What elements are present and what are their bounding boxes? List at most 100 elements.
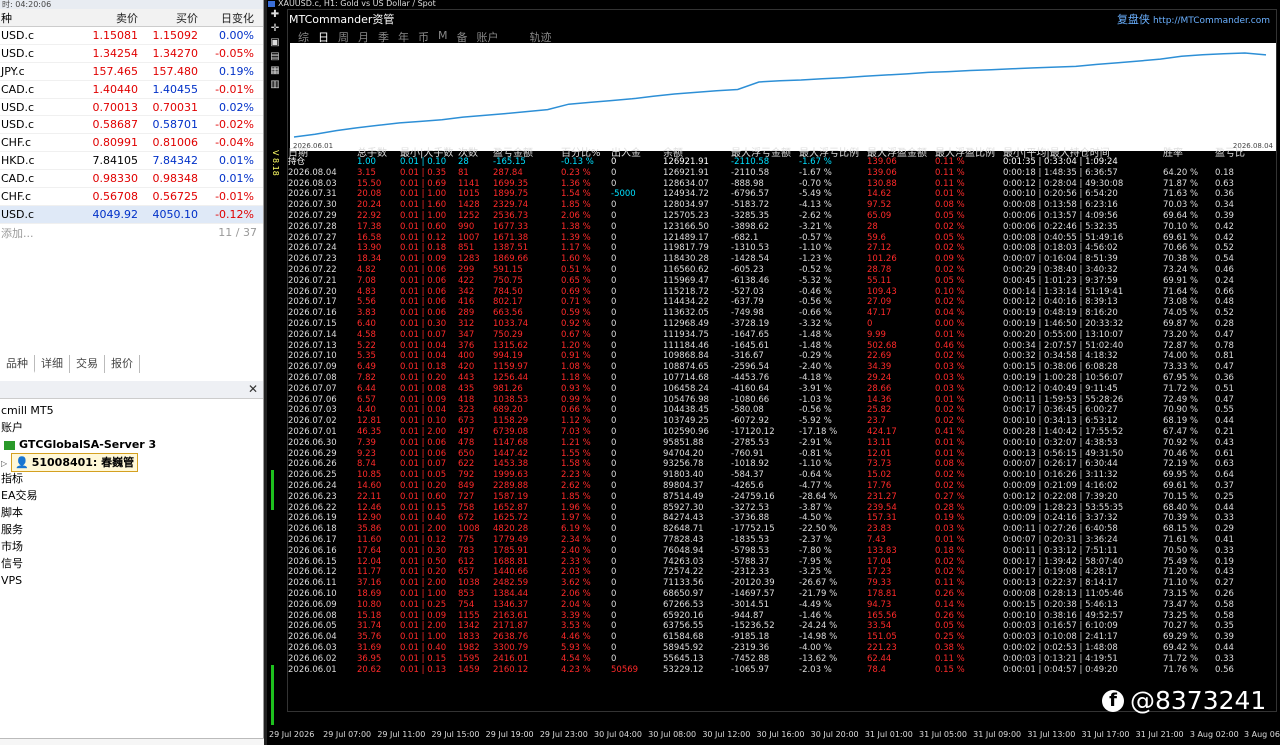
table-cell: 53229.12 bbox=[663, 664, 704, 675]
tab-symbols[interactable]: 品种 bbox=[0, 355, 35, 373]
symbol-row[interactable]: USD.c 4049.92 4050.10 -0.12% bbox=[0, 205, 263, 224]
table-cell: -0.70 % bbox=[799, 178, 832, 189]
nav-indicators[interactable]: 指标 bbox=[0, 470, 263, 487]
symbol-change: 0.01% bbox=[219, 172, 254, 186]
table-cell: 0.63 bbox=[1215, 178, 1234, 189]
table-cell: 123166.50 bbox=[663, 221, 709, 232]
table-cell: 0:00:03 | 0:16:57 | 6:10:09 bbox=[1003, 621, 1118, 632]
time-axis-label: 29 Jul 2026 bbox=[269, 730, 315, 739]
table-cell: 0 bbox=[611, 308, 617, 319]
table-cell: 0 bbox=[611, 427, 617, 437]
table-cell: 68.19 % bbox=[1163, 416, 1199, 427]
table-cell: 1625.72 bbox=[493, 513, 529, 524]
table-cell: 0 bbox=[611, 643, 617, 653]
table-cell: 13.11 bbox=[867, 437, 892, 448]
symbol-row[interactable]: CAD.c 1.40440 1.40455 -0.01% bbox=[0, 81, 263, 99]
nav-market[interactable]: 市场 bbox=[0, 538, 263, 555]
table-cell: 1387.51 bbox=[493, 243, 529, 254]
nav-vps[interactable]: VPS bbox=[0, 572, 263, 589]
table-cell: 3.39 % bbox=[561, 610, 591, 621]
symbol-row[interactable]: HKD.c 7.84105 7.84342 0.01% bbox=[0, 152, 263, 171]
symbol-row[interactable]: CHF.c 0.56708 0.56725 -0.01% bbox=[0, 188, 263, 206]
table-cell: -888.98 bbox=[731, 178, 764, 189]
table-cell: 8.74 bbox=[357, 459, 376, 470]
table-cell: 6.57 bbox=[357, 394, 376, 405]
table-cell: 1283 bbox=[458, 254, 480, 265]
close-icon[interactable]: ✕ bbox=[248, 382, 258, 396]
tab-trading[interactable]: 交易 bbox=[70, 355, 105, 373]
table-cell: 69.87 % bbox=[1163, 319, 1199, 329]
nav-experts[interactable]: EA交易 bbox=[0, 487, 263, 504]
table-cell: 0 bbox=[611, 178, 617, 189]
col-bid[interactable]: 卖价 bbox=[78, 10, 138, 26]
symbol-row[interactable]: USD.c 1.15081 1.15092 0.00% bbox=[0, 27, 263, 45]
facebook-icon: f bbox=[1102, 689, 1124, 712]
table-cell: 0:00:09 | 1:28:23 | 53:55:35 bbox=[1003, 502, 1124, 513]
table-cell: 0.46 bbox=[1215, 265, 1234, 275]
table-cell: 73.24 % bbox=[1163, 265, 1199, 275]
equity-curve-svg: 2026.06.01 2026.08.04 bbox=[293, 52, 1274, 150]
nav-services[interactable]: 服务 bbox=[0, 521, 263, 538]
symbol-row[interactable]: USD.c 0.70013 0.70031 0.02% bbox=[0, 99, 263, 117]
plus-icon[interactable]: ✚ bbox=[269, 9, 281, 21]
table-cell: -5000 bbox=[611, 189, 636, 200]
col-ask[interactable]: 买价 bbox=[138, 10, 198, 26]
nav-broker[interactable]: cmill MT5 bbox=[0, 402, 263, 419]
table-cell: 18.69 bbox=[357, 589, 382, 599]
col-symbol[interactable]: 种 bbox=[0, 10, 78, 26]
symbol-change: 0.19% bbox=[219, 64, 254, 78]
table-cell: 71.10 % bbox=[1163, 578, 1199, 589]
doc-icon-2[interactable]: ▤ bbox=[269, 51, 281, 63]
table-cell: 2329.74 bbox=[493, 200, 529, 211]
add-symbol-link[interactable]: 添加... bbox=[1, 225, 34, 241]
doc-icon[interactable]: ▣ bbox=[269, 37, 281, 49]
table-cell: 4.40 bbox=[357, 405, 376, 416]
list-icon[interactable]: ▥ bbox=[269, 79, 281, 91]
table-cell: 0.01 | 1.00 bbox=[400, 589, 447, 599]
table-cell: 111184.46 bbox=[663, 340, 709, 351]
table-cell: 20.08 bbox=[357, 189, 382, 200]
table-cell: -2110.58 bbox=[731, 167, 770, 178]
table-cell: 0.33 bbox=[1215, 653, 1234, 664]
col-change[interactable]: 日变化 bbox=[198, 10, 260, 26]
table-cell: 0 bbox=[611, 405, 617, 416]
nav-signals[interactable]: 信号 bbox=[0, 555, 263, 572]
symbol-row[interactable]: JPY.c 157.465 157.480 0.19% bbox=[0, 63, 263, 81]
tab-details[interactable]: 详细 bbox=[35, 355, 70, 373]
table-cell: 0.01 | 0.05 bbox=[400, 470, 447, 481]
nav-scripts[interactable]: 脚本 bbox=[0, 504, 263, 521]
table-cell: 62.44 bbox=[867, 653, 892, 664]
crosshair-icon[interactable]: ✛ bbox=[269, 23, 281, 35]
nav-account[interactable]: ▷ 👤 51008401: 春巍管 bbox=[0, 453, 263, 472]
table-cell: 990 bbox=[458, 221, 475, 232]
table-cell: 0:00:11 | 0:33:12 | 7:51:11 bbox=[1003, 545, 1118, 556]
table-cell: 0 bbox=[611, 599, 617, 610]
symbol-row[interactable]: USD.c 1.34254 1.34270 -0.05% bbox=[0, 45, 263, 63]
nav-accounts[interactable]: 账户 bbox=[0, 419, 263, 436]
table-cell: 0 bbox=[611, 491, 617, 502]
symbol-row[interactable]: CAD.c 0.98330 0.98348 0.01% bbox=[0, 170, 263, 189]
account-entry[interactable]: 👤 51008401: 春巍管 bbox=[11, 453, 139, 472]
table-cell: 0.54 bbox=[1215, 254, 1234, 265]
tab-quotes[interactable]: 报价 bbox=[105, 355, 140, 373]
grid-icon[interactable]: ▦ bbox=[269, 65, 281, 77]
brand-link[interactable]: http://MTCommander.com bbox=[1153, 16, 1270, 26]
table-cell: 118430.28 bbox=[663, 254, 709, 265]
table-cell: 2.23 % bbox=[561, 470, 591, 481]
table-cell: 750.29 bbox=[493, 329, 523, 340]
table-cell: 1428 bbox=[458, 200, 480, 211]
symbol-row[interactable]: USD.c 0.58687 0.58701 -0.02% bbox=[0, 116, 263, 135]
table-cell: 0.01 | 0.15 bbox=[400, 653, 447, 664]
table-cell: -24.24 % bbox=[799, 621, 838, 632]
table-cell: 0.63 bbox=[1215, 459, 1234, 470]
table-cell: 0.01 | 1.00 bbox=[400, 632, 447, 643]
nav-server[interactable]: GTCGlobalSA-Server 3 bbox=[0, 436, 263, 453]
table-cell: 5.93 % bbox=[561, 643, 591, 653]
table-cell: 55645.13 bbox=[663, 653, 704, 664]
table-cell: 981.26 bbox=[493, 383, 523, 394]
table-cell: 0 bbox=[611, 621, 617, 632]
table-cell: 497 bbox=[458, 427, 475, 437]
table-cell: 0.44 bbox=[1215, 502, 1234, 513]
table-cell: 79.33 bbox=[867, 578, 892, 589]
symbol-row[interactable]: CHF.c 0.80991 0.81006 -0.04% bbox=[0, 134, 263, 153]
